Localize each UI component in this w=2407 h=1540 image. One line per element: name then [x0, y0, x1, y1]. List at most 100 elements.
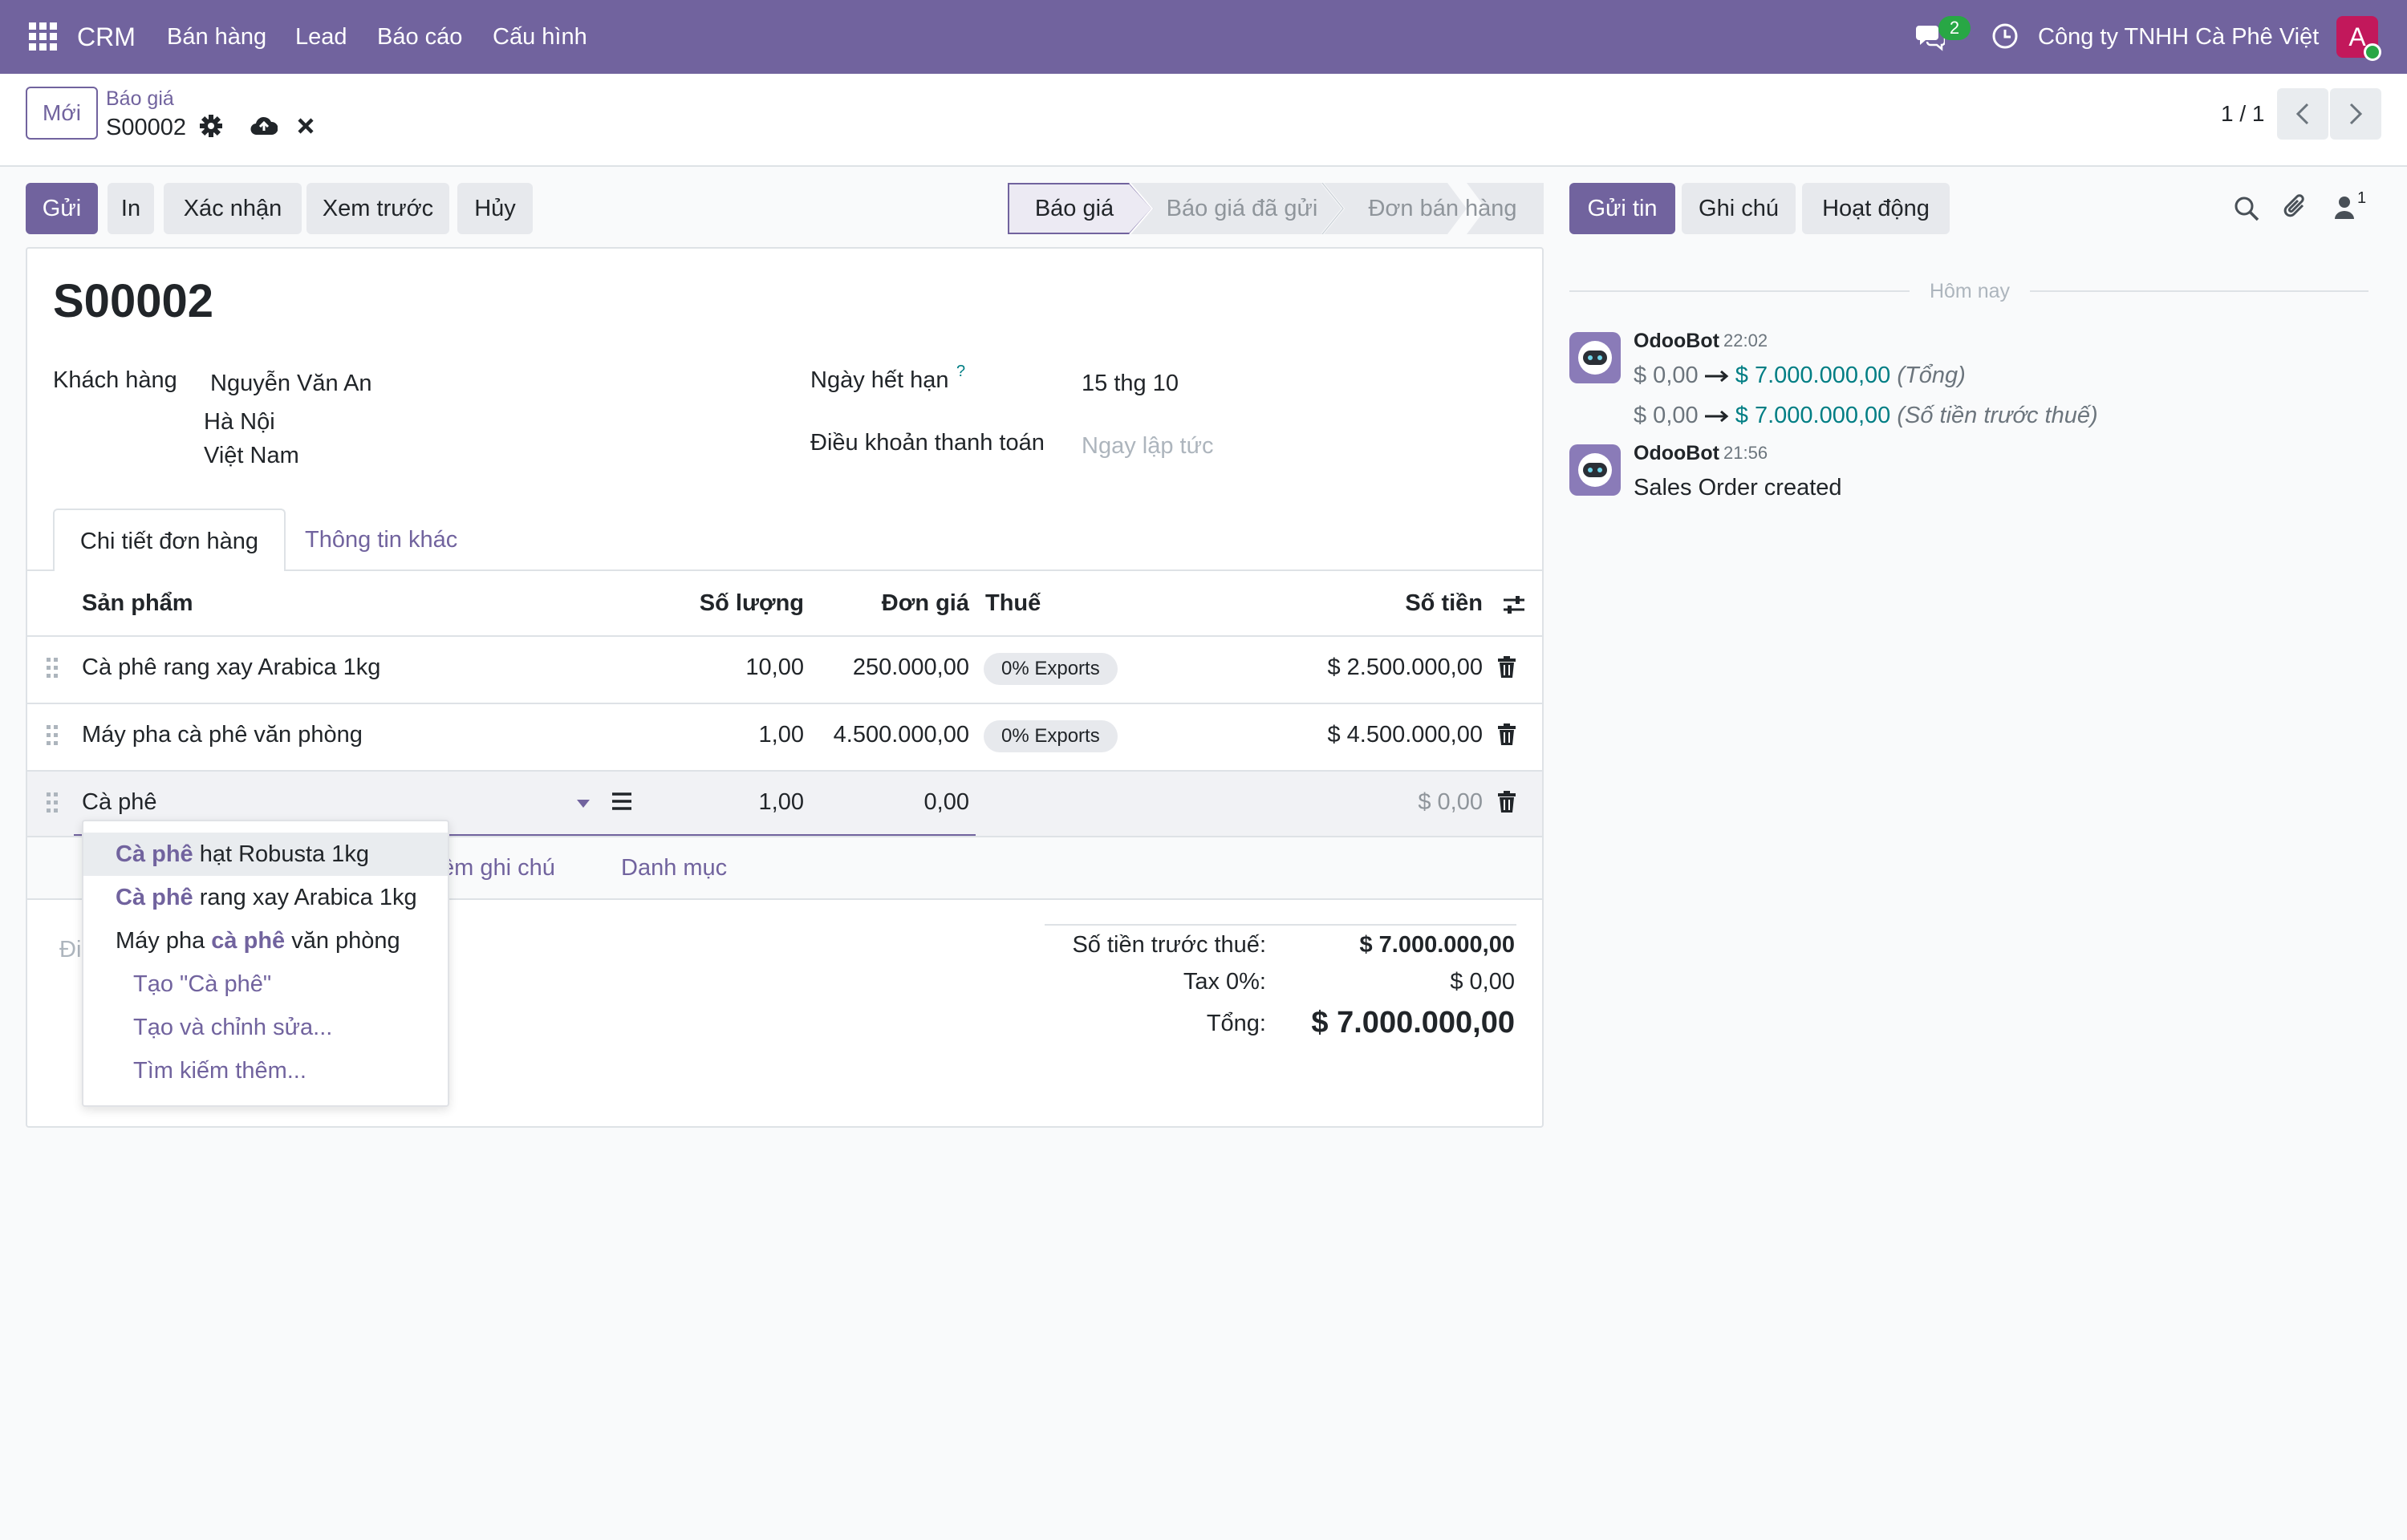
robot-icon [1578, 453, 1612, 487]
app-name[interactable]: CRM [77, 19, 136, 55]
line-unit-price-input[interactable]: 0,00 [810, 786, 969, 818]
column-taxes[interactable]: Thuế [985, 587, 1041, 619]
discard-icon[interactable] [297, 117, 315, 135]
tax-badge[interactable]: 0% Exports [984, 720, 1118, 752]
log-note-button[interactable]: Ghi chú [1682, 183, 1796, 234]
new-button[interactable]: Mới [26, 87, 98, 140]
line-unit-price[interactable]: 250.000,00 [810, 651, 969, 683]
message-author[interactable]: OdooBot [1634, 327, 1719, 355]
status-quotation-sent[interactable]: Báo giá đã gửi [1147, 183, 1337, 234]
search-more-option[interactable]: Tìm kiếm thêm... [133, 1049, 306, 1092]
chevron-right-icon [2349, 103, 2363, 125]
line-quantity[interactable]: 10,00 [642, 651, 804, 683]
caret-down-icon[interactable] [576, 799, 591, 808]
top-navbar: CRM Bán hàng Lead Báo cáo Cấu hình 2 Côn… [0, 0, 2407, 74]
column-unit-price[interactable]: Đơn giá [810, 587, 969, 619]
robot-icon [1578, 341, 1612, 375]
tax-label: Tax 0%: [1183, 969, 1266, 995]
customer-field[interactable]: Nguyễn Văn An [210, 367, 372, 399]
dropdown-option[interactable]: Cà phê hạt Robusta 1kg [83, 833, 448, 876]
app-menu-icon[interactable] [29, 22, 58, 51]
confirm-button[interactable]: Xác nhận [164, 183, 302, 234]
line-quantity-input[interactable]: 1,00 [642, 786, 804, 818]
followers-count: 1 [2357, 189, 2367, 207]
gear-icon[interactable] [199, 114, 223, 138]
chat-count-badge: 2 [1938, 16, 1971, 40]
arrow-right-icon [1704, 410, 1729, 423]
totals-divider [1045, 924, 1516, 926]
pager-next-button[interactable] [2330, 88, 2381, 140]
arrow-right-icon [1704, 370, 1729, 383]
column-product[interactable]: Sản phẩm [82, 587, 193, 619]
line-product[interactable]: Máy pha cà phê văn phòng [82, 719, 363, 751]
odoobot-avatar [1569, 332, 1621, 383]
product-search-input[interactable]: Cà phê [82, 786, 157, 818]
column-subtotal[interactable]: Số tiền [1284, 587, 1483, 619]
odoobot-avatar [1569, 444, 1621, 496]
date-separator-label: Hôm nay [1910, 278, 2030, 305]
message-author[interactable]: OdooBot [1634, 440, 1719, 467]
status-quotation[interactable]: Báo giá [1008, 183, 1141, 234]
untaxed-value: $ 7.000.000,00 [1359, 932, 1515, 958]
company-switcher[interactable]: Công ty TNHH Cà Phê Việt [2038, 21, 2319, 53]
tracking-value: $ 0,00 $ 7.000.000,00 (Tổng) [1634, 363, 1966, 388]
total-label: Tổng: [1206, 1011, 1266, 1036]
trash-icon[interactable] [1497, 656, 1516, 679]
customer-city: Hà Nội [204, 409, 275, 435]
pager-previous-button[interactable] [2277, 88, 2328, 140]
pager-value[interactable]: 1 / 1 [2221, 99, 2264, 128]
save-cloud-icon[interactable] [250, 114, 278, 138]
tab-other-info[interactable]: Thông tin khác [305, 509, 457, 571]
print-button[interactable]: In [108, 183, 154, 234]
expiry-help-icon[interactable]: ? [956, 363, 965, 381]
menu-reporting[interactable]: Báo cáo [377, 21, 462, 53]
cancel-button[interactable]: Hủy [457, 183, 533, 234]
line-product[interactable]: Cà phê rang xay Arabica 1kg [82, 651, 380, 683]
line-quantity[interactable]: 1,00 [642, 719, 804, 751]
trash-icon[interactable] [1497, 723, 1516, 746]
line-subtotal: $ 4.500.000,00 [1327, 722, 1483, 748]
create-edit-option[interactable]: Tạo và chỉnh sửa... [133, 1006, 332, 1049]
send-message-button[interactable]: Gửi tin [1569, 183, 1675, 234]
drag-handle-icon[interactable] [45, 656, 59, 680]
status-sales-order[interactable]: Đơn bán hàng [1343, 183, 1542, 234]
add-note-link[interactable]: êm ghi chú [441, 852, 555, 884]
column-quantity[interactable]: Số lượng [642, 587, 804, 619]
online-status-dot [2364, 43, 2381, 61]
paperclip-icon[interactable] [2283, 192, 2309, 221]
message-time: 21:56 [1723, 443, 1768, 463]
line-unit-price[interactable]: 4.500.000,00 [810, 719, 969, 751]
terms-placeholder[interactable]: Đi [59, 934, 81, 966]
control-panel [0, 74, 2407, 167]
payment-terms-field[interactable]: Ngay lập tức [1082, 430, 1213, 462]
clock-icon[interactable] [1991, 22, 2019, 50]
column-settings-icon[interactable] [1502, 594, 1526, 616]
breadcrumb-parent[interactable]: Báo giá [106, 85, 174, 112]
record-name: S00002 [53, 275, 213, 327]
followers-icon[interactable] [2335, 196, 2354, 220]
drag-handle-icon[interactable] [45, 791, 59, 815]
create-option[interactable]: Tạo "Cà phê" [133, 962, 271, 1006]
send-button[interactable]: Gửi [26, 183, 98, 234]
menu-sales[interactable]: Bán hàng [167, 21, 266, 53]
payment-terms-label: Điều khoản thanh toán [810, 430, 1045, 456]
message-time: 22:02 [1723, 330, 1768, 351]
customer-country: Việt Nam [204, 443, 299, 468]
add-section-link[interactable]: Danh mục [621, 852, 727, 884]
drag-handle-icon[interactable] [45, 723, 59, 748]
dropdown-option[interactable]: Cà phê rang xay Arabica 1kg [83, 876, 448, 919]
row-divider [26, 703, 1544, 704]
preview-button[interactable]: Xem trước [306, 183, 449, 234]
product-configurator-icon[interactable] [611, 791, 632, 812]
menu-configuration[interactable]: Cấu hình [493, 21, 587, 53]
menu-lead[interactable]: Lead [295, 21, 347, 53]
expiry-date-field[interactable]: 15 thg 10 [1082, 367, 1179, 399]
activities-button[interactable]: Hoạt động [1802, 183, 1950, 234]
search-icon[interactable] [2234, 196, 2259, 221]
line-subtotal: $ 2.500.000,00 [1327, 654, 1483, 680]
tax-value: $ 0,00 [1450, 969, 1515, 995]
trash-icon[interactable] [1497, 791, 1516, 813]
tab-order-lines[interactable]: Chi tiết đơn hàng [53, 509, 286, 571]
dropdown-option[interactable]: Máy pha cà phê văn phòng [83, 919, 448, 962]
tax-badge[interactable]: 0% Exports [984, 653, 1118, 685]
